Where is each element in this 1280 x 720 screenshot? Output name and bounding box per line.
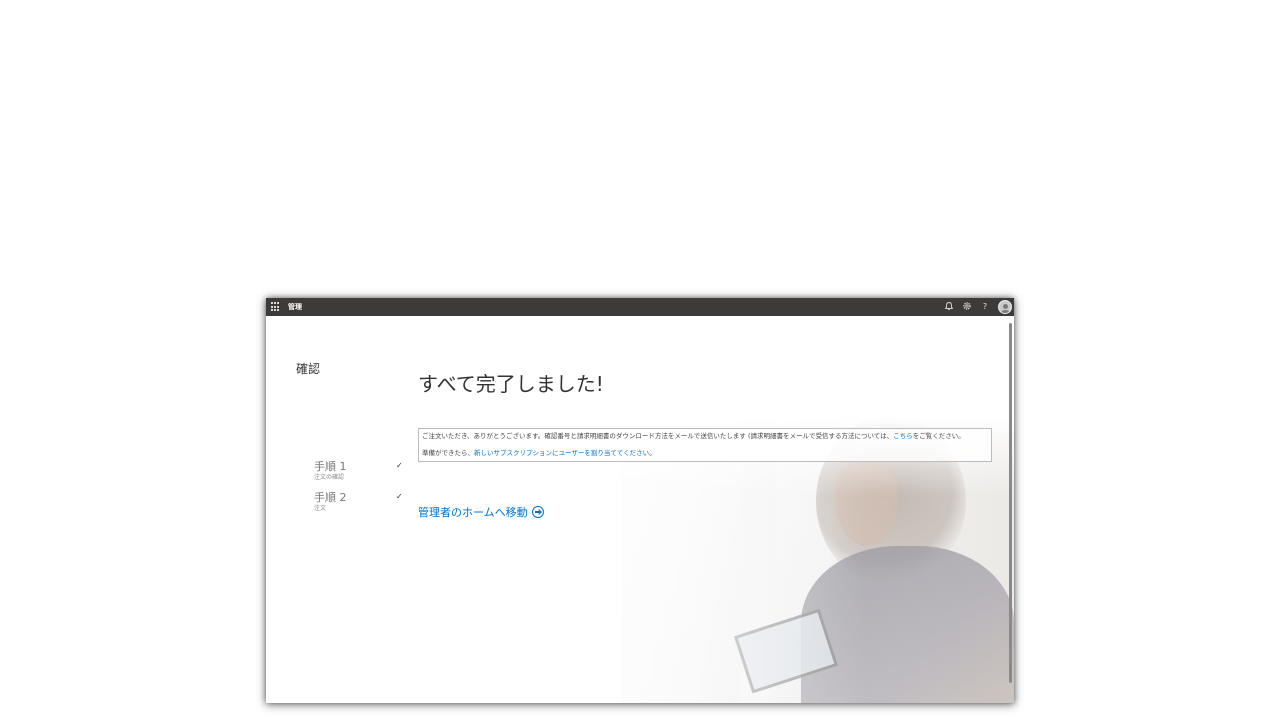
confirmation-message: ご注文いただき、ありがとうございます。確認番号と請求明細書のダウンロード方法をメ… xyxy=(418,428,992,462)
assign-text: 準備ができたら、 xyxy=(422,449,474,457)
admin-home-label: 管理者のホームへ移動 xyxy=(418,506,528,519)
checkmark-icon: ✓ xyxy=(396,492,403,501)
avatar[interactable] xyxy=(998,300,1012,314)
help-icon[interactable]: ? xyxy=(979,301,991,313)
scrollbar[interactable] xyxy=(1009,323,1012,683)
arrow-right-circle-icon xyxy=(531,506,544,518)
step-2: 手順 2 注文 ✓ xyxy=(314,491,410,517)
step-1: 手順 1 注文の確認 ✓ xyxy=(314,460,410,486)
suite-bar: 管理 ? xyxy=(266,298,1014,316)
gear-icon[interactable] xyxy=(961,301,973,313)
admin-home-link[interactable]: 管理者のホームへ移動 xyxy=(418,504,544,520)
step-sublabel: 注文の確認 xyxy=(314,474,345,481)
step-sublabel: 注文 xyxy=(314,505,327,512)
bell-icon[interactable] xyxy=(943,301,955,313)
app-title[interactable]: 管理 xyxy=(288,301,302,313)
confirmation-suffix: をご覧ください。 xyxy=(912,432,965,440)
assign-users-link[interactable]: 新しいサブスクリプションにユーザーを割り当ててください xyxy=(474,449,649,457)
checkmark-icon: ✓ xyxy=(396,461,403,470)
sidebar-title: 確認 xyxy=(296,362,321,376)
page-title: すべて完了しました! xyxy=(418,372,604,396)
app-launcher-icon[interactable] xyxy=(271,302,281,312)
confirmation-line-1: ご注文いただき、ありがとうございます。確認番号と請求明細書のダウンロード方法をメ… xyxy=(422,431,988,441)
billing-help-link[interactable]: こちら xyxy=(893,432,913,440)
assign-suffix: 。 xyxy=(649,449,656,457)
confirmation-text: ご注文いただき、ありがとうございます。確認番号と請求明細書のダウンロード方法をメ… xyxy=(422,432,894,440)
admin-window: 管理 ? 確認 手順 1 注文の確認 ✓ 手順 2 注文 ✓ すべて完了しました… xyxy=(266,298,1014,703)
confirmation-line-2: 準備ができたら、新しいサブスクリプションにユーザーを割り当ててください。 xyxy=(422,448,988,458)
